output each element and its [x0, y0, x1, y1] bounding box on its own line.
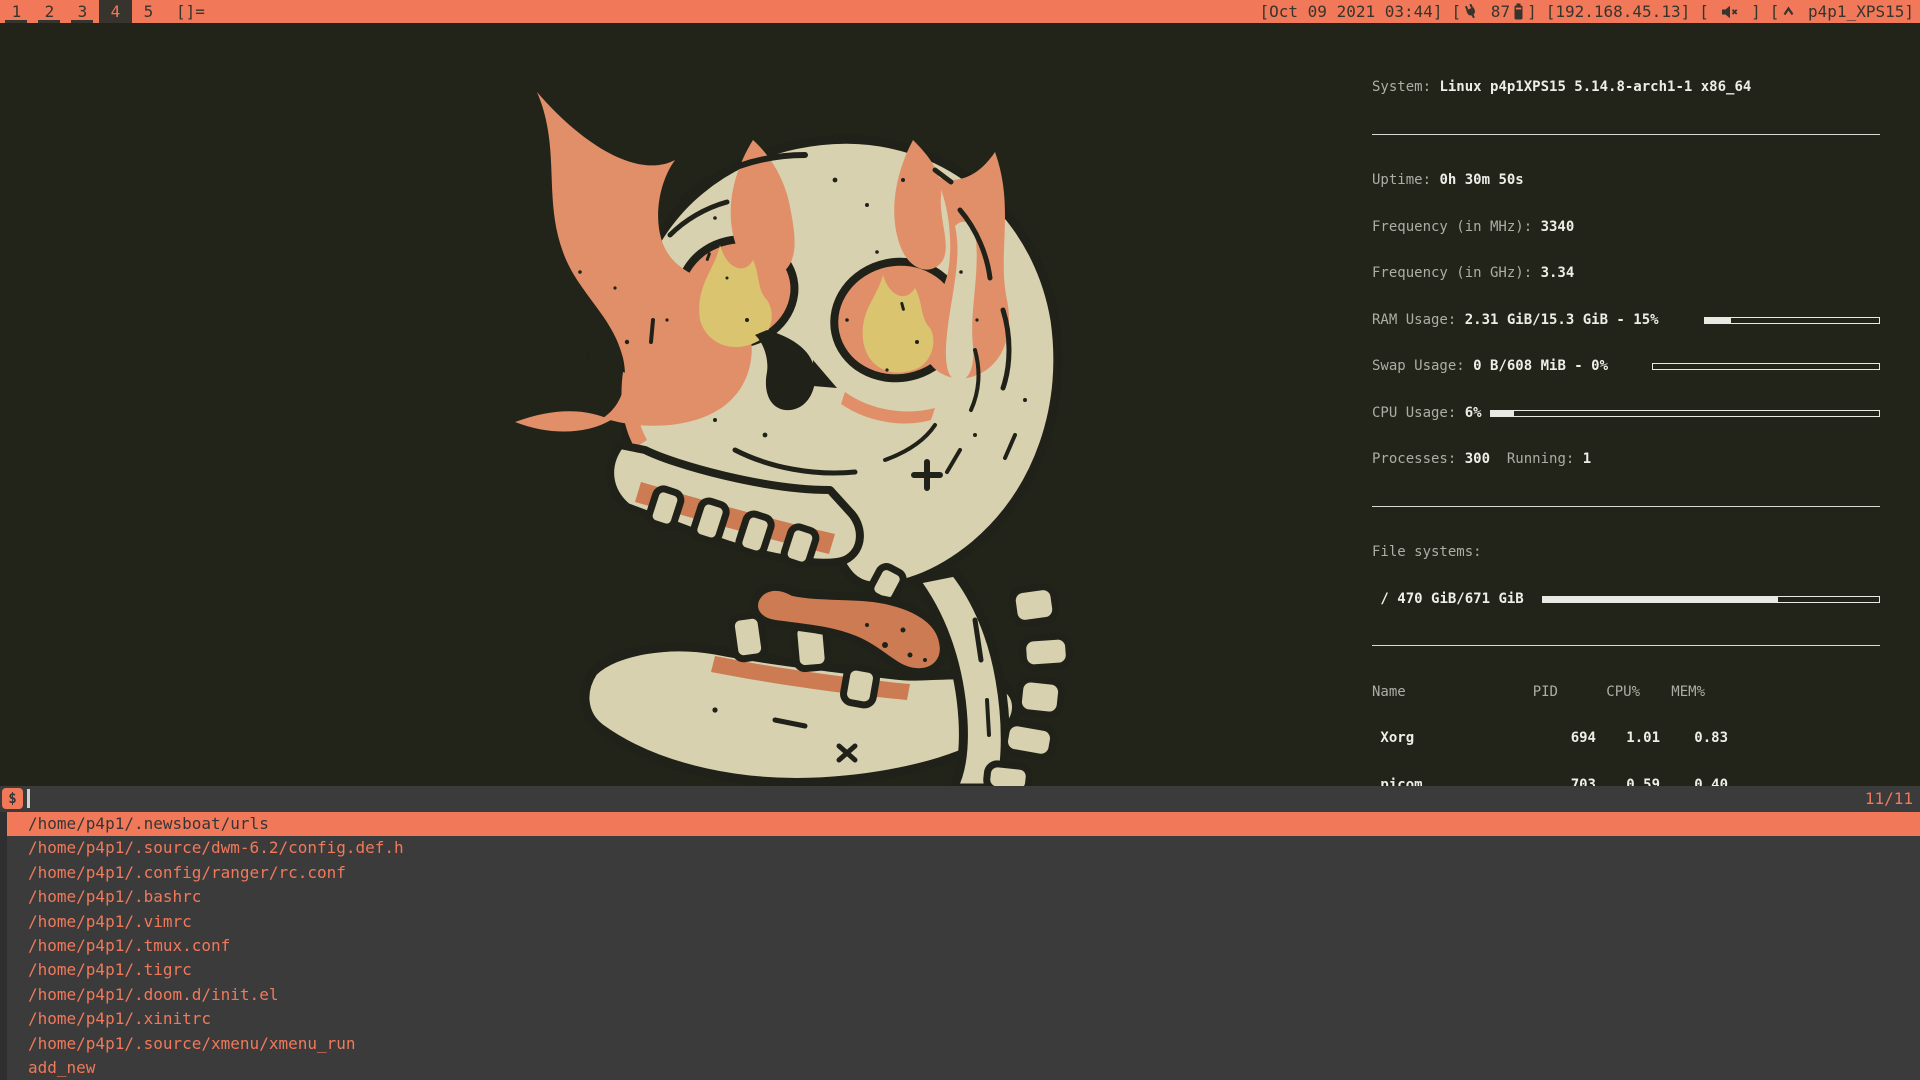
prompt-symbol: $ — [2, 788, 23, 809]
filesystem-gauge — [1542, 596, 1880, 603]
list-item[interactable]: /home/p4p1/.xinitrc — [0, 1007, 1920, 1031]
ram-line: RAM Usage: 2.31 GiB/15.3 GiB - 15% — [1372, 313, 1880, 329]
workspace-tag-5[interactable]: 5 — [132, 0, 165, 23]
list-item[interactable]: /home/p4p1/.doom.d/init.el — [0, 983, 1920, 1007]
plug-icon — [1464, 4, 1478, 19]
text-cursor — [27, 789, 30, 808]
volume-segment: [ ] — [1699, 2, 1761, 21]
workspace-tag-4[interactable]: 4 — [99, 0, 132, 23]
battery-segment: [ 87] — [1452, 2, 1537, 21]
workspace-tag-2[interactable]: 2 — [33, 0, 66, 23]
filesystems-title: File systems: — [1372, 545, 1880, 561]
desktop: 1 2 3 4 5 []= [Oct 09 2021 03:44] [ 87] … — [0, 0, 1920, 1080]
list-item[interactable]: add_new — [0, 1056, 1920, 1080]
launcher-gutter — [0, 812, 7, 1080]
separator — [1372, 638, 1880, 654]
list-item[interactable]: /home/p4p1/.tigrc — [0, 958, 1920, 982]
tag-label: 2 — [45, 2, 55, 21]
tag-occupied-indicator — [5, 20, 27, 23]
skull-art — [415, 20, 1145, 795]
host-segment: [ p4p1_XPS15] — [1770, 2, 1914, 21]
wallpaper-skull-illustration — [415, 20, 1145, 795]
battery-icon — [1513, 3, 1524, 20]
process-row: Xorg6941.010.83 — [1372, 731, 1880, 747]
cpu-line: CPU Usage: 6% — [1372, 406, 1880, 422]
list-item[interactable]: /home/p4p1/.vimrc — [0, 910, 1920, 934]
dwm-status-bar: 1 2 3 4 5 []= [Oct 09 2021 03:44] [ 87] … — [0, 0, 1920, 23]
cpu-gauge — [1490, 410, 1880, 417]
ram-gauge — [1704, 317, 1880, 324]
volume-muted-icon — [1721, 5, 1738, 19]
freq-ghz-line: Frequency (in GHz): 3.34 — [1372, 266, 1880, 282]
tag-label: 1 — [12, 2, 22, 21]
tag-occupied-indicator — [38, 20, 60, 23]
swap-line: Swap Usage: 0 B/608 MiB - 0% — [1372, 359, 1880, 375]
separator — [1372, 127, 1880, 143]
workspace-tag-1[interactable]: 1 — [0, 0, 33, 23]
list-item[interactable]: /home/p4p1/.bashrc — [0, 885, 1920, 909]
tag-occupied-indicator — [71, 20, 93, 23]
swap-gauge — [1652, 363, 1880, 370]
separator — [1372, 499, 1880, 515]
freq-mhz-line: Frequency (in MHz): 3340 — [1372, 220, 1880, 236]
processes-line: Processes: 300 Running: 1 — [1372, 452, 1880, 468]
fzf-launcher: $ 11/11 /home/p4p1/.newsboat/urls /home/… — [0, 786, 1920, 1080]
status-area: [Oct 09 2021 03:44] [ 87] [192.168.45.13… — [1260, 2, 1920, 21]
list-item[interactable]: /home/p4p1/.tmux.conf — [0, 934, 1920, 958]
match-counter: 11/11 — [1865, 789, 1913, 808]
uptime-line: Uptime: 0h 30m 50s — [1372, 173, 1880, 189]
ip-segment: [192.168.45.13] — [1546, 2, 1691, 21]
fzf-prompt-row[interactable]: $ 11/11 — [0, 786, 1920, 812]
clock-segment: [Oct 09 2021 03:44] — [1260, 2, 1443, 21]
layout-indicator[interactable]: []= — [176, 2, 205, 21]
system-line: System: Linux p4p1XPS15 5.14.8-arch1-1 x… — [1372, 80, 1880, 96]
tag-label: 5 — [144, 2, 154, 21]
workspace-tag-3[interactable]: 3 — [66, 0, 99, 23]
process-table-header: NamePIDCPU%MEM% — [1372, 685, 1880, 701]
list-item-selected[interactable]: /home/p4p1/.newsboat/urls — [7, 812, 1920, 836]
tag-label: 3 — [78, 2, 88, 21]
list-item[interactable]: /home/p4p1/.source/dwm-6.2/config.def.h — [0, 836, 1920, 860]
tag-label: 4 — [111, 2, 121, 21]
caret-up-icon — [1782, 5, 1795, 18]
filesystem-root-line: / 470 GiB/671 GiB — [1372, 592, 1880, 608]
list-item[interactable]: /home/p4p1/.source/xmenu/xmenu_run — [0, 1032, 1920, 1056]
list-item[interactable]: /home/p4p1/.config/ranger/rc.conf — [0, 861, 1920, 885]
